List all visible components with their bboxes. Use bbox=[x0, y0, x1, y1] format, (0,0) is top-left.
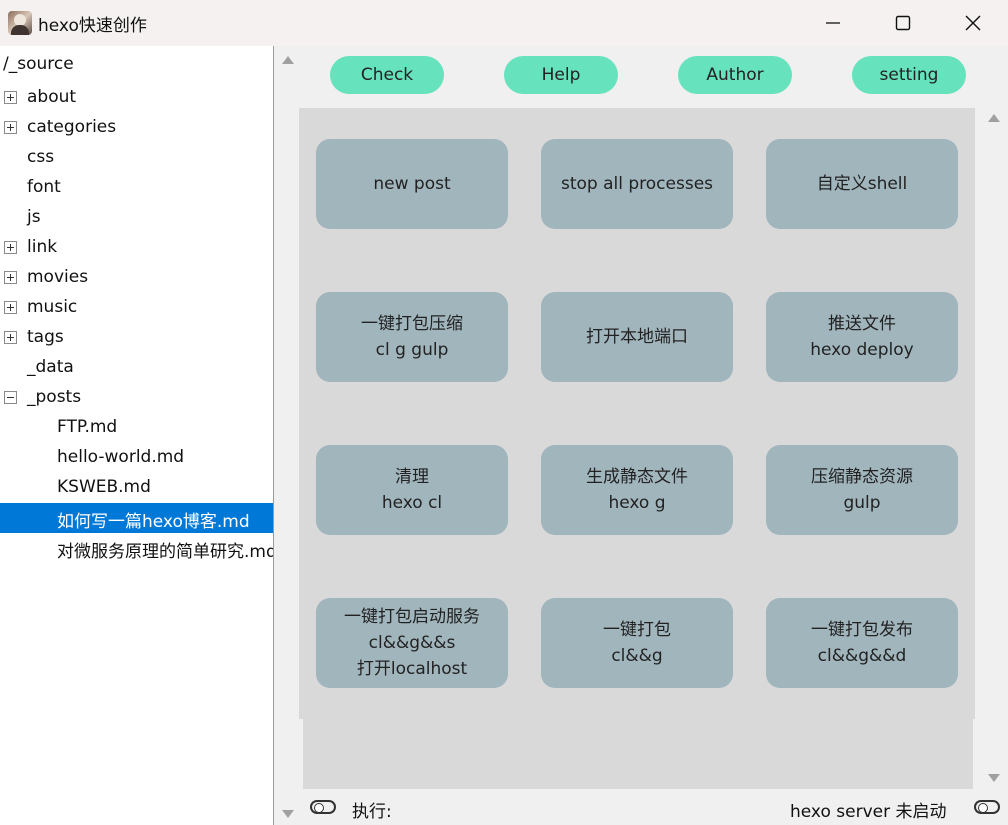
tree-item-label: _data bbox=[27, 357, 74, 377]
tree-root-label[interactable]: /_source bbox=[3, 54, 74, 74]
tree-item-label: movies bbox=[27, 267, 89, 287]
action-button-label: 生成静态文件 bbox=[586, 467, 688, 487]
tree-item-label: about bbox=[27, 87, 77, 107]
check-button[interactable]: Check bbox=[330, 56, 444, 94]
action-button-label: new post bbox=[373, 174, 451, 194]
action-button-label: 清理 bbox=[395, 467, 429, 487]
file-tree[interactable]: /_source about categories css font js link mov… bbox=[0, 46, 274, 825]
app-icon bbox=[8, 11, 32, 35]
action-button-label: gulp bbox=[843, 493, 881, 513]
expand-plus-icon[interactable] bbox=[4, 241, 17, 254]
tree-item-label: 如何写一篇hexo博客.md bbox=[57, 512, 250, 532]
tree-item-label: hello-world.md bbox=[57, 447, 185, 467]
maximize-button[interactable] bbox=[868, 0, 938, 46]
server-toggle-icon[interactable] bbox=[974, 800, 1000, 814]
action-button-label: hexo deploy bbox=[810, 340, 914, 360]
author-button[interactable]: Author bbox=[678, 56, 792, 94]
action-button[interactable]: 一键打包发布 cl&&g&&d bbox=[766, 598, 958, 688]
tree-item-label: tags bbox=[27, 327, 64, 347]
action-button[interactable]: 清理 hexo cl bbox=[316, 445, 508, 535]
title-bar: hexo快速创作 bbox=[0, 0, 1008, 46]
minimize-button[interactable] bbox=[798, 0, 868, 46]
action-button-label: 自定义shell bbox=[816, 174, 908, 194]
window-controls bbox=[798, 0, 1008, 46]
action-grid-bottom bbox=[303, 719, 973, 789]
expand-plus-icon[interactable] bbox=[4, 331, 17, 344]
scroll-down-arrow-icon[interactable] bbox=[282, 810, 294, 818]
action-button-label: cl&&g bbox=[611, 646, 663, 666]
tree-item-label: music bbox=[27, 297, 78, 317]
action-button[interactable]: 自定义shell bbox=[766, 139, 958, 229]
minimize-icon bbox=[826, 22, 840, 24]
action-button-label: 打开localhost bbox=[356, 659, 468, 679]
tree-item-label: js bbox=[27, 207, 41, 227]
tree-item-label: link bbox=[27, 237, 58, 257]
action-button-label: 一键打包发布 bbox=[811, 620, 913, 640]
expand-plus-icon[interactable] bbox=[4, 121, 17, 134]
grid-scroll-up-icon[interactable] bbox=[988, 114, 1000, 122]
grid-scrollbar[interactable] bbox=[984, 108, 1004, 788]
tree-item-label: KSWEB.md bbox=[57, 477, 151, 497]
exec-toggle-icon[interactable] bbox=[310, 800, 336, 814]
grid-scroll-down-icon[interactable] bbox=[988, 774, 1000, 782]
collapse-minus-icon[interactable] bbox=[4, 391, 17, 404]
action-button-label: 推送文件 bbox=[828, 314, 896, 334]
tree-item-label: categories bbox=[27, 117, 117, 137]
setting-button[interactable]: setting bbox=[852, 56, 966, 94]
help-button[interactable]: Help bbox=[504, 56, 618, 94]
action-button[interactable]: 生成静态文件 hexo g bbox=[541, 445, 733, 535]
action-button-label: 打开本地端口 bbox=[586, 327, 688, 347]
expand-plus-icon[interactable] bbox=[4, 301, 17, 314]
action-button-label: 一键打包启动服务 bbox=[344, 607, 480, 627]
action-button[interactable]: stop all processes bbox=[541, 139, 733, 229]
tree-item[interactable]: 如何写一篇hexo博客.md bbox=[0, 503, 273, 533]
tree-item-label: css bbox=[27, 147, 55, 167]
action-button[interactable]: 一键打包 cl&&g bbox=[541, 598, 733, 688]
close-button[interactable] bbox=[938, 0, 1008, 46]
action-button-label: cl g gulp bbox=[375, 340, 449, 360]
tree-item-label: _posts bbox=[27, 387, 82, 407]
action-button[interactable]: new post bbox=[316, 139, 508, 229]
status-bar: 执行: hexo server 未启动 bbox=[303, 792, 1003, 825]
content-scrollbar-left[interactable] bbox=[278, 46, 298, 825]
exec-label: 执行: bbox=[352, 802, 392, 822]
action-button-label: 一键打包 bbox=[603, 620, 671, 640]
action-button[interactable]: 一键打包压缩 cl g gulp bbox=[316, 292, 508, 382]
window-title: hexo快速创作 bbox=[38, 15, 147, 36]
action-button-label: 一键打包压缩 bbox=[361, 314, 463, 334]
action-button[interactable]: 打开本地端口 bbox=[541, 292, 733, 382]
action-button-label: hexo cl bbox=[381, 493, 443, 513]
close-icon bbox=[965, 15, 981, 31]
server-status: hexo server 未启动 bbox=[790, 802, 947, 822]
maximize-icon bbox=[895, 15, 911, 31]
expand-plus-icon[interactable] bbox=[4, 91, 17, 104]
action-button[interactable]: 一键打包启动服务 cl&&g&&s 打开localhost bbox=[316, 598, 508, 688]
action-button[interactable]: 推送文件 hexo deploy bbox=[766, 292, 958, 382]
scroll-up-arrow-icon[interactable] bbox=[282, 56, 294, 64]
action-button[interactable]: 压缩静态资源 gulp bbox=[766, 445, 958, 535]
tree-item-label: font bbox=[27, 177, 61, 197]
action-button-label: stop all processes bbox=[560, 174, 714, 194]
expand-plus-icon[interactable] bbox=[4, 271, 17, 284]
action-button-label: hexo g bbox=[608, 493, 666, 513]
tree-item-label: FTP.md bbox=[57, 417, 118, 437]
action-button-label: 压缩静态资源 bbox=[811, 467, 913, 487]
action-button-label: cl&&g&&d bbox=[817, 646, 907, 666]
action-button-label: cl&&g&&s bbox=[368, 633, 456, 653]
tree-item-label: 对微服务原理的简单研究.md bbox=[57, 542, 274, 562]
